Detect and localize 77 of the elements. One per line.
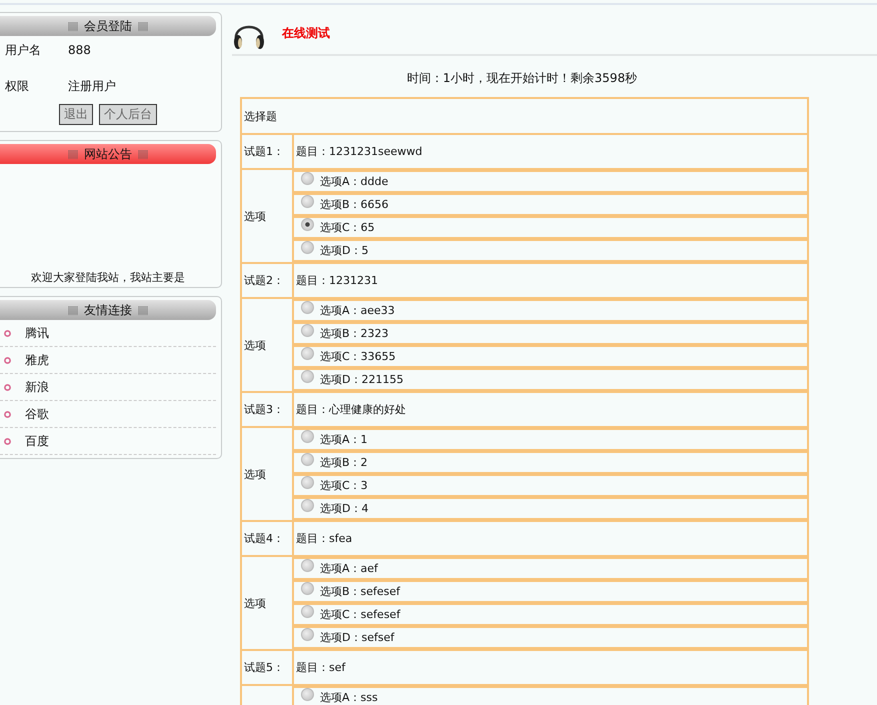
action-button[interactable]: 个人后台 [99, 104, 157, 125]
option-text: 选项B：2 [320, 455, 368, 470]
option-text: 选项A：sss [320, 690, 378, 705]
question-text: 题目：sef [293, 650, 808, 685]
friend-link[interactable]: 谷歌 [25, 406, 49, 422]
radio-button[interactable] [301, 172, 314, 185]
option-text: 选项B：2323 [320, 326, 389, 341]
options-label: 选项 [241, 427, 293, 521]
question-text: 题目：sfea [293, 521, 808, 556]
bullet-icon [4, 384, 11, 390]
options-label: 选项 [241, 169, 293, 263]
radio-button[interactable] [301, 347, 314, 360]
radio-button[interactable] [301, 605, 314, 618]
field-value: 888 [68, 43, 91, 57]
option-text: 选项D：sefsef [320, 630, 394, 645]
radio-button[interactable] [301, 370, 314, 383]
question-label: 试题5： [241, 650, 293, 685]
bullet-icon [4, 330, 11, 336]
section-cell: 选择题 [241, 98, 808, 134]
bullet-icon [4, 410, 11, 418]
panel-title: 网站公告 [84, 146, 132, 162]
field-label: 权限 [5, 78, 30, 94]
radio-button[interactable] [301, 324, 314, 337]
page-title: 在线测试 [282, 24, 330, 42]
field-value: 注册用户 [68, 78, 116, 94]
question-label: 试题3： [241, 392, 293, 427]
option-text: 选项C：3 [320, 478, 368, 493]
question-label: 试题4： [241, 521, 293, 556]
option-text: 选项D：5 [320, 243, 368, 258]
question-text: 题目：1231231 [293, 263, 808, 298]
timer-text: 时间：1小时，现在开始计时！剩余3598秒 [406, 70, 638, 87]
option-text: 选项A：aee33 [320, 303, 395, 318]
radio-button[interactable] [301, 301, 314, 314]
radio-button[interactable] [301, 453, 314, 466]
option-text: 选项A：1 [320, 432, 368, 447]
options-label: 选项 [241, 556, 293, 650]
dots-icon [138, 150, 148, 158]
radio-button[interactable] [301, 241, 314, 254]
friend-link[interactable]: 新浪 [25, 378, 49, 396]
panel-title: 友情连接 [84, 302, 132, 318]
option-text: 选项C：65 [320, 220, 375, 235]
notice-text: 欢迎大家登陆我站，我站主要是 [31, 271, 185, 284]
option-text: 选项A：aef [320, 561, 378, 576]
dots-icon [68, 150, 78, 158]
option-text: 选项C：33655 [320, 349, 396, 364]
option-text: 选项B：sefesef [320, 584, 400, 599]
dots-icon [68, 22, 78, 30]
question-text: 题目：1231231seewwd [293, 134, 808, 169]
option-text: 选项B：6656 [320, 197, 389, 212]
radio-button[interactable] [301, 499, 314, 512]
radio-button[interactable] [301, 688, 314, 701]
panel-title: 会员登陆 [84, 18, 132, 34]
option-text: 选项D：221155 [320, 372, 404, 387]
radio-button[interactable] [301, 628, 314, 641]
radio-button[interactable] [301, 559, 314, 572]
radio-button[interactable] [301, 218, 314, 231]
option-text: 选项D：4 [320, 501, 368, 516]
friend-link[interactable]: 百度 [25, 432, 49, 450]
radio-button[interactable] [301, 582, 314, 595]
question-text: 题目：心理健康的好处 [293, 392, 808, 427]
bullet-icon [4, 356, 11, 364]
options-label: 选项 [241, 298, 293, 392]
action-button[interactable]: 退出 [59, 104, 93, 125]
dots-icon [138, 306, 148, 314]
bullet-icon [4, 438, 11, 444]
radio-button[interactable] [301, 195, 314, 208]
field-label: 用户名 [5, 42, 42, 58]
dots-icon [68, 306, 78, 314]
question-label: 试题1： [241, 134, 293, 169]
dots-icon [138, 22, 148, 30]
option-text: 选项A：ddde [320, 174, 388, 189]
option-text: 选项C：sefesef [320, 607, 400, 622]
radio-button[interactable] [301, 430, 314, 443]
friend-link[interactable]: 雅虎 [25, 352, 49, 368]
friend-link[interactable]: 腾讯 [25, 324, 49, 342]
question-label: 试题2： [241, 263, 293, 298]
radio-button[interactable] [301, 476, 314, 489]
